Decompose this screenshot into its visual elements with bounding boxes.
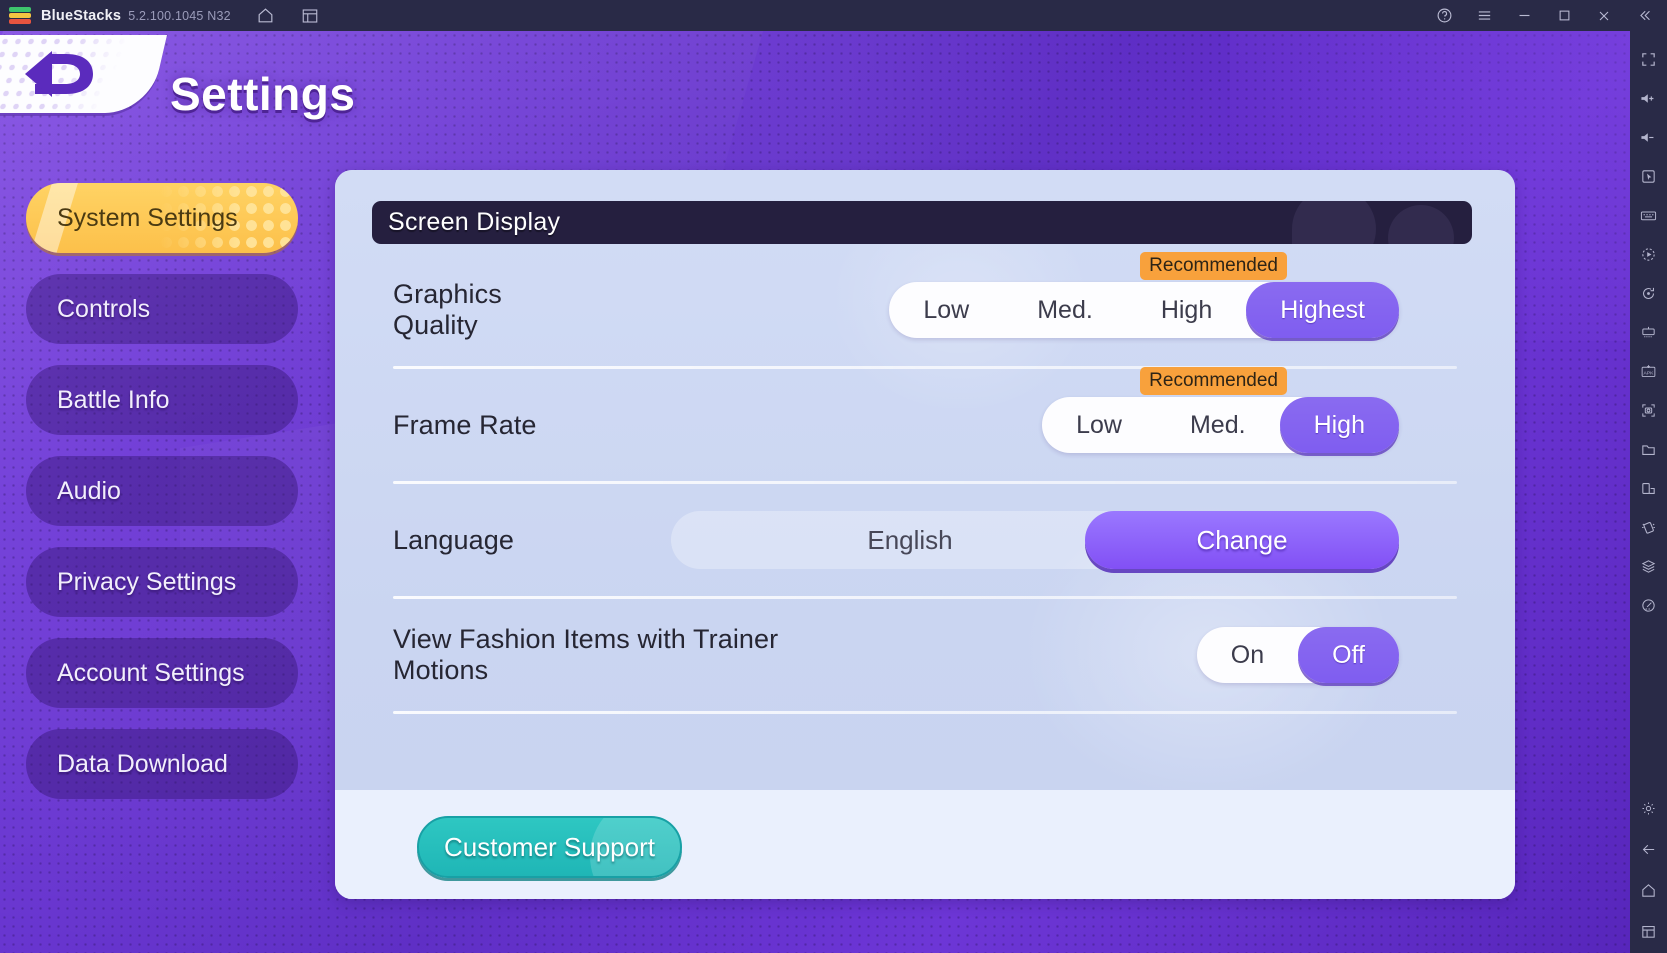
customer-support-button[interactable]: Customer Support xyxy=(417,816,682,878)
sidebar-item-audio[interactable]: Audio xyxy=(26,456,298,526)
recommended-badge: Recommended xyxy=(1140,367,1287,395)
customer-support-label: Customer Support xyxy=(444,831,655,862)
multi-instance-manager-icon[interactable] xyxy=(1635,318,1663,346)
option-framerate-low[interactable]: Low xyxy=(1042,397,1156,453)
sidebar-item-account-settings[interactable]: Account Settings xyxy=(26,638,298,708)
row-divider xyxy=(393,711,1457,714)
setting-label-frame-rate: Frame Rate xyxy=(393,409,537,440)
app-name-label: BlueStacks xyxy=(41,7,122,24)
svg-text:APK: APK xyxy=(1644,370,1655,376)
setting-row-view-fashion-items: View Fashion Items with Trainer Motions … xyxy=(335,599,1515,711)
volume-up-icon[interactable] xyxy=(1635,84,1663,112)
home-icon[interactable] xyxy=(251,1,281,31)
game-viewport: Settings System Settings Controls Battle… xyxy=(0,31,1630,953)
install-apk-icon[interactable]: APK xyxy=(1635,357,1663,385)
option-graphics-med[interactable]: Med. xyxy=(1003,282,1127,338)
option-graphics-low[interactable]: Low xyxy=(889,282,1003,338)
layers-icon[interactable] xyxy=(1635,552,1663,580)
maximize-icon[interactable] xyxy=(1555,7,1573,25)
media-folder-icon[interactable] xyxy=(1635,435,1663,463)
back-arrow-icon xyxy=(24,51,93,97)
sidebar-item-system-settings[interactable]: System Settings xyxy=(26,183,298,253)
setting-label-line1: View Fashion Items with Trainer xyxy=(393,624,779,655)
sidebar-item-label: Battle Info xyxy=(57,385,170,414)
setting-label-language: Language xyxy=(393,524,514,555)
settings-gear-icon[interactable] xyxy=(1635,794,1663,822)
segmented-control-frame-rate: Recommended Low Med. High xyxy=(1042,367,1399,453)
eco-mode-icon[interactable] xyxy=(1635,591,1663,619)
app-version-label: 5.2.100.1045 N32 xyxy=(128,8,231,23)
sidebar-item-label: Controls xyxy=(57,294,151,323)
sidebar-item-battle-info[interactable]: Battle Info xyxy=(26,365,298,435)
option-framerate-high[interactable]: High xyxy=(1279,397,1399,453)
bluestacks-logo-icon xyxy=(9,5,31,27)
setting-label-line1: Graphics xyxy=(393,279,502,310)
close-icon[interactable] xyxy=(1595,7,1613,25)
section-header: Screen Display xyxy=(372,201,1472,244)
option-fashion-on[interactable]: On xyxy=(1197,627,1298,683)
minimize-icon[interactable] xyxy=(1515,7,1533,25)
language-control: English Change xyxy=(671,511,1399,569)
option-graphics-highest[interactable]: Highest xyxy=(1246,282,1399,338)
home-icon[interactable] xyxy=(1635,876,1663,904)
sidebar-item-controls[interactable]: Controls xyxy=(26,274,298,344)
setting-row-frame-rate: Frame Rate Recommended Low Med. High xyxy=(335,367,1515,481)
section-decoration-1 xyxy=(1292,201,1376,244)
setting-row-language: Language English Change xyxy=(335,484,1515,596)
sidebar-item-label: Privacy Settings xyxy=(57,567,237,596)
collapse-icon[interactable] xyxy=(1635,7,1653,25)
volume-down-icon[interactable] xyxy=(1635,123,1663,151)
multi-instance-icon[interactable] xyxy=(295,1,325,31)
screenshot-icon[interactable] xyxy=(1635,396,1663,424)
change-language-button[interactable]: Change xyxy=(1085,511,1399,569)
emulator-sidebar: APK xyxy=(1630,31,1667,953)
emulator-sidebar-bottom xyxy=(1635,781,1663,953)
sidebar-item-label: Account Settings xyxy=(57,658,245,687)
sidebar-item-label: Data Download xyxy=(57,749,228,778)
option-graphics-high[interactable]: High xyxy=(1127,282,1246,338)
setting-label-line2: Motions xyxy=(393,655,489,685)
section-decoration-2 xyxy=(1388,205,1454,244)
settings-panel: Screen Display Graphics Quality Recommen… xyxy=(335,170,1515,899)
back-button[interactable] xyxy=(0,35,168,113)
option-framerate-med[interactable]: Med. xyxy=(1156,397,1280,453)
recents-icon[interactable] xyxy=(1635,917,1663,945)
sidebar-item-data-download[interactable]: Data Download xyxy=(26,729,298,799)
settings-sidebar: System Settings Controls Battle Info Aud… xyxy=(26,183,298,820)
rotate-icon[interactable] xyxy=(1635,279,1663,307)
segmented-control-view-fashion-items: On Off xyxy=(1196,627,1399,683)
setting-label-graphics-quality: Graphics Quality xyxy=(393,279,502,341)
segmented-control-graphics-quality: Recommended Low Med. High Highest xyxy=(889,252,1399,338)
section-title: Screen Display xyxy=(388,208,561,236)
window-title-bar: BlueStacks 5.2.100.1045 N32 xyxy=(0,0,1667,31)
fullscreen-icon[interactable] xyxy=(1635,45,1663,73)
screen-split-icon[interactable] xyxy=(1635,474,1663,502)
back-arrow-icon[interactable] xyxy=(1635,835,1663,863)
sidebar-item-label: System Settings xyxy=(57,203,238,232)
menu-icon[interactable] xyxy=(1475,7,1493,25)
recommended-badge: Recommended xyxy=(1140,252,1287,280)
setting-row-graphics-quality: Graphics Quality Recommended Low Med. Hi… xyxy=(335,252,1515,366)
sidebar-item-privacy-settings[interactable]: Privacy Settings xyxy=(26,547,298,617)
sidebar-item-label: Audio xyxy=(57,476,121,505)
setting-label-line2: Quality xyxy=(393,310,478,340)
game-header: Settings xyxy=(0,31,1630,121)
keyboard-icon[interactable] xyxy=(1635,201,1663,229)
settings-rows: Graphics Quality Recommended Low Med. Hi… xyxy=(335,252,1515,714)
option-fashion-off[interactable]: Off xyxy=(1298,627,1399,683)
macro-record-icon[interactable] xyxy=(1635,240,1663,268)
setting-label-view-fashion-items: View Fashion Items with Trainer Motions xyxy=(393,624,778,686)
page-title: Settings xyxy=(170,68,356,120)
shake-icon[interactable] xyxy=(1635,513,1663,541)
help-icon[interactable] xyxy=(1435,7,1453,25)
pointer-icon[interactable] xyxy=(1635,162,1663,190)
panel-footer: Customer Support xyxy=(335,790,1515,899)
